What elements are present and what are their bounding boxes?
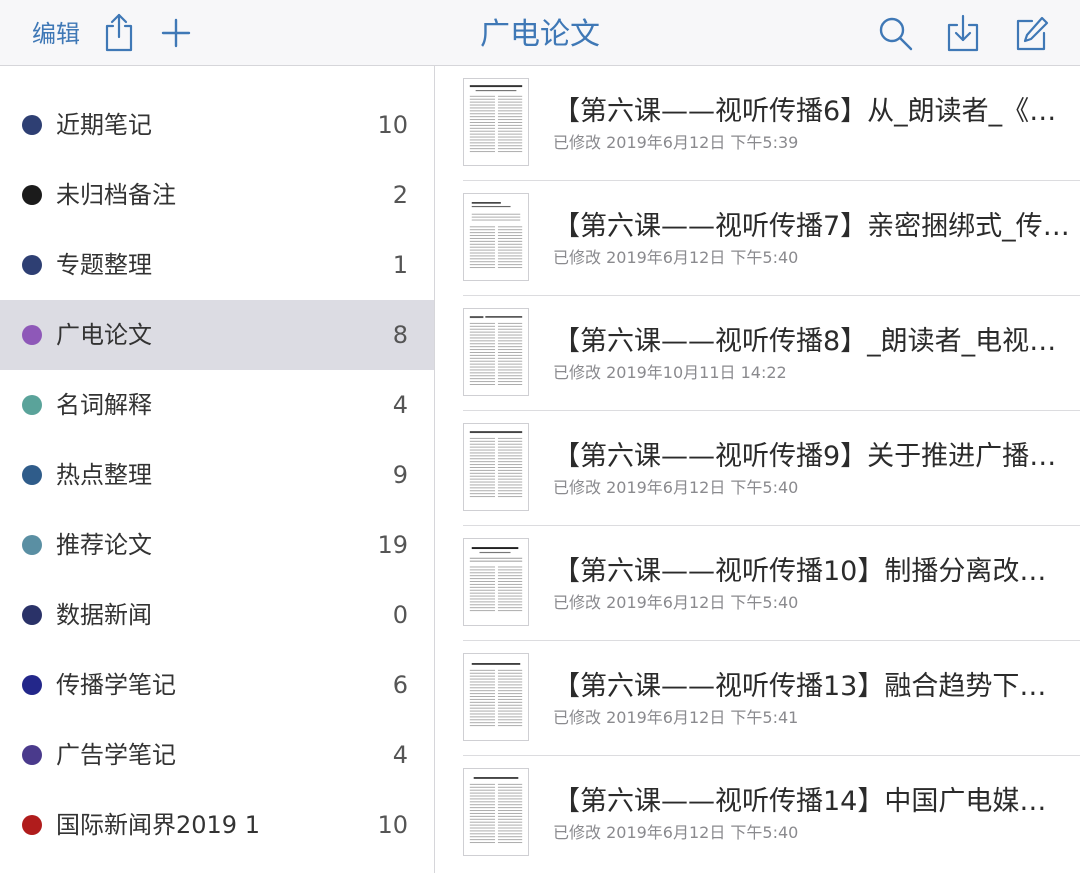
note-modified-date: 已修改 2019年6月12日 下午5:40 — [553, 248, 799, 267]
note-row[interactable]: 【第六课——视听传播14】中国广电媒体发展报告 已修改 2019年6月12日 下… — [435, 756, 1080, 871]
sidebar-item-count: 1 — [392, 251, 408, 279]
document-thumbnail — [463, 308, 529, 396]
color-dot — [22, 325, 42, 345]
sidebar-item-count: 4 — [392, 741, 408, 769]
sidebar-item-label: 专题整理 — [56, 251, 152, 279]
sidebar-item-count: 10 — [377, 811, 408, 839]
sidebar-item-advertising-notes[interactable]: 广告学笔记 4 — [0, 720, 434, 790]
sidebar-item-topics[interactable]: 专题整理 1 — [0, 230, 434, 300]
document-thumbnail — [463, 423, 529, 511]
note-modified-date: 已修改 2019年6月12日 下午5:40 — [553, 823, 799, 842]
color-dot — [22, 535, 42, 555]
color-dot — [22, 465, 42, 485]
sidebar-item-label: 广电论文 — [56, 321, 152, 349]
note-modified-date: 已修改 2019年6月12日 下午5:40 — [553, 478, 799, 497]
note-title: 【第六课——视听传播6】从_朗读者_《见字如面》看文化类节目 — [553, 96, 1073, 127]
note-row[interactable]: 【第六课——视听传播13】融合趋势下的广电发展 已修改 2019年6月12日 下… — [435, 641, 1080, 756]
note-title: 【第六课——视听传播14】中国广电媒体发展报告 — [553, 786, 1073, 817]
toolbar: 编辑 广电论文 — [0, 0, 1080, 66]
plus-icon[interactable] — [160, 17, 192, 49]
sidebar-item-broadcast-papers[interactable]: 广电论文 8 — [0, 300, 434, 370]
color-dot — [22, 255, 42, 275]
color-dot — [22, 675, 42, 695]
sidebar-item-recent-notes[interactable]: 近期笔记 10 — [0, 90, 434, 160]
color-dot — [22, 115, 42, 135]
note-row[interactable]: 【第六课——视听传播10】制播分离改革研究 已修改 2019年6月12日 下午5… — [435, 526, 1080, 641]
edit-button[interactable]: 编辑 — [32, 18, 80, 50]
import-icon[interactable] — [945, 13, 981, 53]
page-title: 广电论文 — [480, 17, 600, 52]
sidebar-item-count: 8 — [392, 321, 408, 349]
sidebar-item-communication-notes[interactable]: 传播学笔记 6 — [0, 650, 434, 720]
sidebar-item-hot-topics[interactable]: 热点整理 9 — [0, 440, 434, 510]
sidebar-item-label: 国际新闻界2019 1 — [56, 811, 260, 839]
sidebar-item-glossary[interactable]: 名词解释 4 — [0, 370, 434, 440]
sidebar-item-count: 2 — [392, 181, 408, 209]
sidebar-item-count: 10 — [377, 111, 408, 139]
share-icon[interactable] — [102, 12, 136, 52]
document-thumbnail — [463, 768, 529, 856]
sidebar-item-recommended-papers[interactable]: 推荐论文 19 — [0, 510, 434, 580]
document-thumbnail — [463, 78, 529, 166]
sidebar-item-count: 19 — [377, 531, 408, 559]
sidebar-item-journalism-review[interactable]: 国际新闻界2019 1 10 — [0, 790, 434, 860]
sidebar-item-count: 9 — [392, 461, 408, 489]
note-row[interactable]: 【第六课——视听传播9】关于推进广播电视媒体融合发展 已修改 2019年6月12… — [435, 411, 1080, 526]
sidebar-item-unfiled-notes[interactable]: 未归档备注 2 — [0, 160, 434, 230]
sidebar-item-count: 4 — [392, 391, 408, 419]
note-modified-date: 已修改 2019年6月12日 下午5:41 — [553, 708, 799, 727]
color-dot — [22, 185, 42, 205]
sidebar-item-data-journalism[interactable]: 数据新闻 0 — [0, 580, 434, 650]
search-icon[interactable] — [878, 16, 914, 52]
note-row[interactable]: 【第六课——视听传播6】从_朗读者_《见字如面》看文化类节目 已修改 2019年… — [435, 66, 1080, 181]
sidebar-item-count: 6 — [392, 671, 408, 699]
sidebar-item-label: 近期笔记 — [56, 111, 152, 139]
document-thumbnail — [463, 653, 529, 741]
color-dot — [22, 815, 42, 835]
sidebar-item-label: 热点整理 — [56, 461, 152, 489]
color-dot — [22, 745, 42, 765]
sidebar-item-label: 推荐论文 — [56, 531, 152, 559]
note-title: 【第六课——视听传播9】关于推进广播电视媒体融合发展 — [553, 441, 1073, 472]
note-title: 【第六课——视听传播13】融合趋势下的广电发展 — [553, 671, 1073, 702]
sidebar-item-label: 广告学笔记 — [56, 741, 176, 769]
note-title: 【第六课——视听传播10】制播分离改革研究 — [553, 556, 1073, 587]
note-title: 【第六课——视听传播7】亲密捆绑式_传播研究 — [553, 211, 1073, 242]
compose-icon[interactable] — [1012, 15, 1050, 53]
sidebar-item-label: 名词解释 — [56, 391, 152, 419]
document-thumbnail — [463, 538, 529, 626]
note-modified-date: 已修改 2019年10月11日 14:22 — [553, 363, 787, 382]
note-modified-date: 已修改 2019年6月12日 下午5:39 — [553, 133, 799, 152]
document-thumbnail — [463, 193, 529, 281]
sidebar: 近期笔记 10 未归档备注 2 专题整理 1 广电论文 8 名词解释 4 热点整… — [0, 66, 434, 873]
note-row[interactable]: 【第六课——视听传播8】_朗读者_电视节目研究 已修改 2019年10月11日 … — [435, 296, 1080, 411]
note-list: 【第六课——视听传播6】从_朗读者_《见字如面》看文化类节目 已修改 2019年… — [435, 66, 1080, 873]
sidebar-item-label: 传播学笔记 — [56, 671, 176, 699]
color-dot — [22, 395, 42, 415]
sidebar-item-label: 未归档备注 — [56, 181, 176, 209]
color-dot — [22, 605, 42, 625]
note-modified-date: 已修改 2019年6月12日 下午5:40 — [553, 593, 799, 612]
note-title: 【第六课——视听传播8】_朗读者_电视节目研究 — [553, 326, 1073, 357]
sidebar-item-label: 数据新闻 — [56, 601, 152, 629]
note-row[interactable]: 【第六课——视听传播7】亲密捆绑式_传播研究 已修改 2019年6月12日 下午… — [435, 181, 1080, 296]
sidebar-item-count: 0 — [392, 601, 408, 629]
